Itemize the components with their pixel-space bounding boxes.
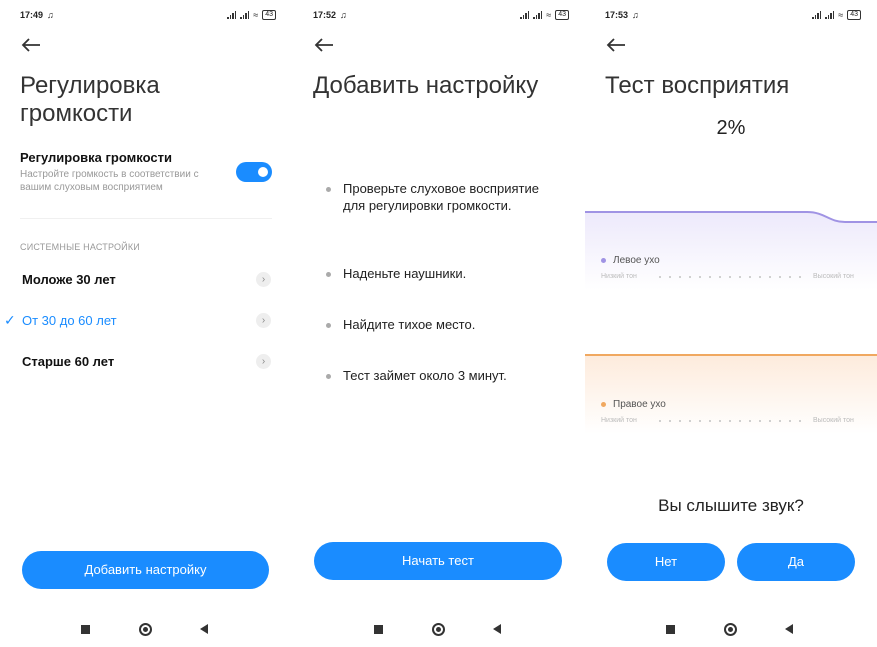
start-test-button[interactable]: Начать тест: [314, 542, 562, 580]
low-tone-label: Низкий тон: [601, 417, 637, 424]
left-ear-band: Левое ухо Низкий тон Высокий тон: [585, 200, 877, 290]
recents-icon[interactable]: [374, 625, 383, 634]
left-ear-label: Левое ухо: [601, 255, 660, 266]
home-icon[interactable]: [432, 623, 445, 636]
status-time: 17:49: [20, 10, 44, 20]
toggle-row-title: Регулировка громкости: [20, 150, 172, 165]
battery-icon: 43: [555, 10, 569, 20]
divider: [20, 218, 272, 219]
page-title: Тест восприятия: [605, 72, 790, 99]
battery-icon: 43: [262, 10, 276, 20]
back-nav-icon[interactable]: [493, 624, 501, 634]
headphones-icon: ♫: [632, 10, 639, 20]
screen-add-setting: 17:52 ♫ ≈ 43 Добавить настройку Проверьт…: [293, 0, 585, 647]
instruction-item: Проверьте слуховое восприятие для регули…: [326, 180, 563, 214]
recents-icon[interactable]: [81, 625, 90, 634]
headphones-icon: ♫: [340, 10, 347, 20]
add-setting-button[interactable]: Добавить настройку: [22, 551, 269, 589]
option-label: Старше 60 лет: [22, 354, 115, 369]
test-progress: 2%: [716, 117, 746, 139]
signal-icon: [812, 11, 822, 19]
instruction-item: Наденьте наушники.: [326, 265, 563, 282]
right-ear-band: Правое ухо Низкий тон Высокий тон: [585, 354, 877, 434]
no-button[interactable]: Нет: [607, 543, 725, 581]
signal-icon: [533, 11, 543, 19]
section-header: СИСТЕМНЫЕ НАСТРОЙКИ: [20, 242, 140, 252]
instruction-item: Найдите тихое место.: [326, 316, 563, 333]
status-bar: 17:49 ♫ ≈ 43: [20, 8, 276, 22]
signal-icon: [240, 11, 250, 19]
toggle-knob: [258, 167, 268, 177]
home-icon[interactable]: [724, 623, 737, 636]
status-time: 17:53: [605, 10, 629, 20]
navigation-bar: [0, 622, 292, 638]
volume-adjustment-toggle[interactable]: [236, 162, 272, 182]
signal-icon: [227, 11, 237, 19]
right-ear-dot: [601, 402, 606, 407]
option-over-60[interactable]: Старше 60 лет ›: [0, 344, 292, 380]
screen-volume-adjustment: 17:49 ♫ ≈ 43 Регулировка громкости Регул…: [0, 0, 292, 647]
page-title: Регулировка громкости: [20, 72, 160, 127]
navigation-bar: [585, 622, 877, 638]
toggle-row-subtitle: Настройте громкость в соответствии с ваш…: [20, 169, 199, 193]
status-bar: 17:53 ♫ ≈ 43: [605, 8, 861, 22]
tone-scale: [655, 420, 805, 422]
yes-button[interactable]: Да: [737, 543, 855, 581]
signal-icon: [825, 11, 835, 19]
page-title: Добавить настройку: [313, 72, 539, 99]
back-arrow-icon[interactable]: [20, 36, 42, 54]
back-arrow-icon[interactable]: [313, 36, 335, 54]
low-tone-label: Низкий тон: [601, 273, 637, 280]
signal-icon: [520, 11, 530, 19]
wifi-icon: ≈: [838, 10, 844, 20]
tone-scale: [655, 276, 805, 278]
screen-hearing-test: 17:53 ♫ ≈ 43 Тест восприятия 2% Левое ух: [585, 0, 877, 647]
back-nav-icon[interactable]: [785, 624, 793, 634]
back-arrow-icon[interactable]: [605, 36, 627, 54]
back-nav-icon[interactable]: [200, 624, 208, 634]
battery-icon: 43: [847, 10, 861, 20]
option-label: От 30 до 60 лет: [22, 313, 117, 328]
wifi-icon: ≈: [253, 10, 259, 20]
left-ear-dot: [601, 258, 606, 263]
chevron-right-icon: ›: [256, 313, 271, 328]
headphones-icon: ♫: [47, 10, 54, 20]
chevron-right-icon: ›: [256, 354, 271, 369]
option-label: Моложе 30 лет: [22, 272, 116, 287]
high-tone-label: Высокий тон: [813, 273, 854, 280]
right-ear-label: Правое ухо: [601, 399, 666, 410]
status-time: 17:52: [313, 10, 337, 20]
chevron-right-icon: ›: [256, 272, 271, 287]
recents-icon[interactable]: [666, 625, 675, 634]
home-icon[interactable]: [139, 623, 152, 636]
status-bar: 17:52 ♫ ≈ 43: [313, 8, 569, 22]
high-tone-label: Высокий тон: [813, 417, 854, 424]
option-under-30[interactable]: Моложе 30 лет ›: [0, 262, 292, 298]
option-30-to-60[interactable]: ✓ От 30 до 60 лет ›: [0, 303, 292, 339]
checkmark-icon: ✓: [4, 312, 16, 328]
wifi-icon: ≈: [546, 10, 552, 20]
navigation-bar: [293, 622, 585, 638]
test-question: Вы слышите звук?: [658, 496, 804, 515]
instruction-item: Тест займет около 3 минут.: [326, 367, 563, 384]
